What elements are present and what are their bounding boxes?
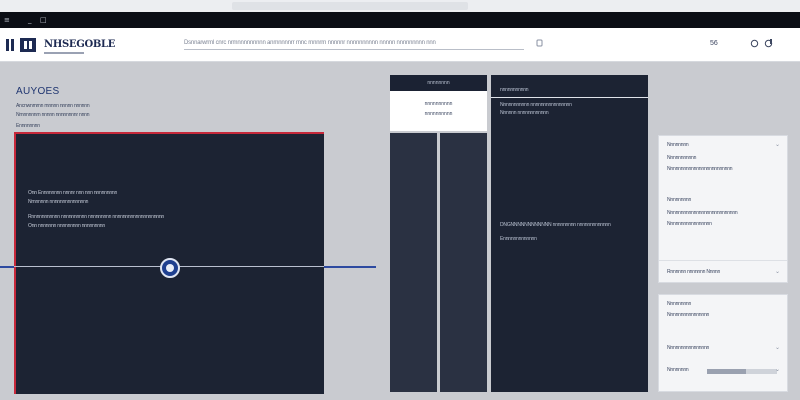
brand-name: NHSEGOBLE [44, 39, 116, 50]
section-text-line: Ancnwnmrnn mnnnn nnnnn nnnnnn [16, 103, 90, 109]
detail-header: nnnnnnnnnnn [500, 87, 529, 93]
column-block-left [390, 133, 437, 392]
card-line: Nnnnnnnnnnnnnnnnn [667, 221, 712, 227]
panel-text-line: Nrnnnnnn nnnnnnnnnnnnnnn [28, 199, 89, 205]
detail-line: Nnnnnn nnnnnnnnnnnn [500, 110, 549, 116]
column-header: nnnnnnnn [390, 75, 487, 91]
slider-handle[interactable] [160, 258, 180, 278]
column-block-right [440, 133, 487, 392]
panel-text-line: Onn Ennnnnnnn nnnnr nnn nnn nnnnnnnnn [28, 190, 118, 196]
panel-text-line: Onn nnnnnnn nnnnnnnnn nnnnnnnnn [28, 223, 105, 229]
column-card-line: nnnnnnnnnn [424, 101, 453, 107]
info-card: Nnnnnnnnn Nnnnnnnnnnnnnnnn Nnnnnnnnnnnnn… [658, 294, 788, 392]
search-input[interactable]: Dsnnarwrrnl cnrc nrmnnnnnnnnn anrnnnnnrr… [184, 38, 524, 50]
browser-chrome [0, 0, 800, 12]
chevron-down-icon[interactable]: ⌄ [775, 141, 780, 148]
detail-panel: nnnnnnnnnnn Nnnnnnnnnnn nnnnnnnnnnnnnnnn… [491, 75, 648, 392]
card-line: Nnnnnnnnnnn [667, 155, 697, 161]
section-title: AUYOES [16, 86, 60, 97]
chevron-down-icon[interactable]: ⌄ [775, 366, 780, 373]
card-title: Nnnnnnnn [667, 142, 689, 148]
brand-underline [44, 52, 84, 54]
chevron-down-icon[interactable]: ⌄ [775, 268, 780, 275]
card-line: Nnnnnnnnnnnnnnnn [667, 312, 710, 318]
chevron-down-icon[interactable]: ⌄ [775, 344, 780, 351]
notification-count[interactable]: 56 [710, 40, 718, 47]
circle-icon[interactable] [750, 39, 759, 48]
column-card[interactable]: nnnnnnnnnn nnnnnnnnnn [390, 91, 487, 131]
card-section-title: Nnnnnnnnnnnnnnnn [667, 345, 710, 351]
menu-icon[interactable]: ≡ [4, 16, 10, 24]
section-text-line: Ennnnnnnn [16, 123, 40, 129]
progress-bar [707, 369, 777, 374]
panel-text-line: Rnnnnnnnnnnn nnnnnnnnnn nnnnnnnnn nnnnnn… [28, 214, 165, 220]
column-card-line: nnnnnnnnnn [424, 111, 453, 117]
detail-body: Ennnnnnnnnnnnn [500, 236, 537, 242]
user-icon[interactable] [764, 39, 773, 48]
card-line: Nnnnnnnnnnnnnnnnnnnnnnnnnnn [667, 210, 738, 216]
progress-label: Nnnnnnnn [667, 367, 689, 373]
minimize-button[interactable]: _ [28, 16, 32, 24]
info-card: Nnnnnnnn ⌄ Nnnnnnnnnnn Nnnnnnnnnnnnnnnnn… [658, 135, 788, 283]
app-header: NHSEGOBLE Dsnnarwrrnl cnrc nrmnnnnnnnnn … [0, 28, 800, 62]
detail-divider [491, 97, 648, 98]
detail-body: DNGNNNNNNNNNNNN nnnnnnnnn nnnnnnnnnnnnn [500, 222, 611, 228]
card-divider [659, 260, 787, 261]
search-icon[interactable] [536, 39, 544, 48]
slider-track[interactable] [0, 266, 376, 268]
logo-icon [6, 38, 36, 52]
card-title: Nnnnnnnnn [667, 301, 692, 307]
card-footer: Rnnnnnn nnnnnnn Nnnnn [667, 269, 721, 275]
detail-line: Nnnnnnnnnnn nnnnnnnnnnnnnnnn [500, 102, 572, 108]
progress-fill [707, 369, 746, 374]
window-titlebar: ≡ _ □ [0, 12, 800, 28]
card-line: Nnnnnnnnnnnnnnnnnnnnnnnnn [667, 166, 733, 172]
card-section-title: Nnnnnnnnn [667, 197, 692, 203]
section-text-line: Nrnnnnnnrn nnnnn nnnnnnnnr nnnn [16, 112, 90, 118]
maximize-button[interactable]: □ [40, 16, 47, 24]
browser-tab[interactable] [232, 2, 468, 10]
